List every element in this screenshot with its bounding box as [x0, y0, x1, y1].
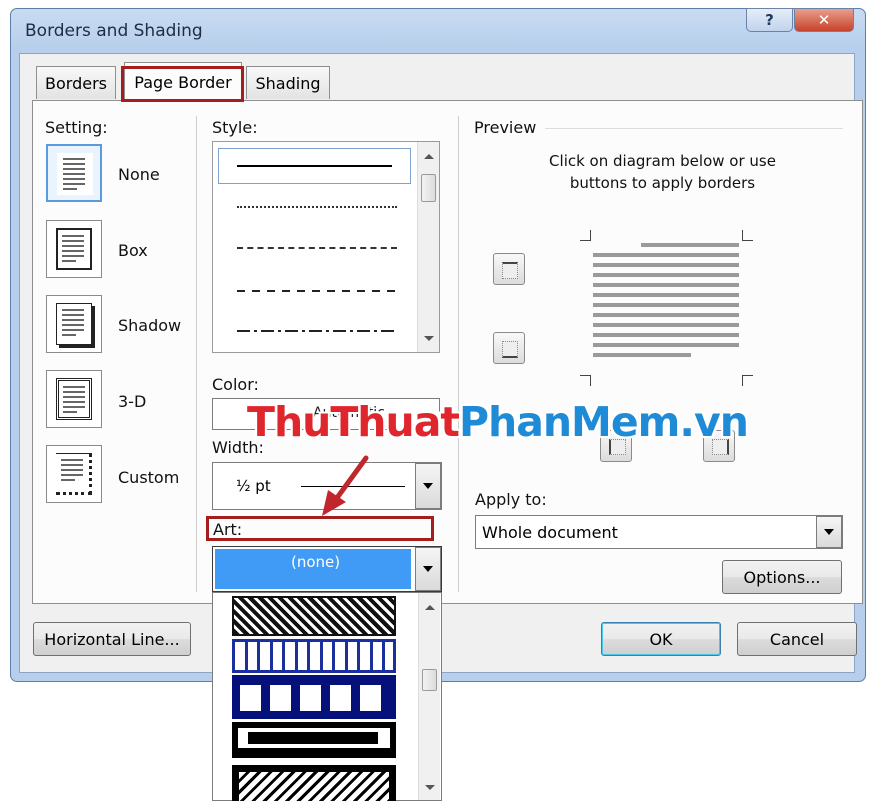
art-option-black-frame[interactable] — [232, 722, 396, 758]
page-3d-icon — [56, 378, 92, 420]
solid-line-sample — [237, 165, 392, 167]
setting-none-option[interactable] — [46, 144, 102, 202]
art-dropdown-button[interactable] — [415, 547, 441, 591]
scroll-thumb[interactable] — [421, 174, 436, 202]
apply-to-dropdown[interactable]: Whole document — [475, 515, 843, 549]
width-dropdown-button[interactable] — [415, 463, 441, 509]
art-list-scrollbar[interactable] — [418, 593, 440, 800]
bottom-border-icon — [502, 341, 518, 358]
page-none-icon — [57, 153, 93, 195]
close-button[interactable]: ✕ — [794, 8, 854, 32]
chevron-down-icon — [423, 483, 433, 489]
art-option-blue-key[interactable] — [232, 639, 396, 673]
color-label: Color: — [212, 375, 259, 394]
style-option-dashed[interactable] — [237, 290, 397, 292]
watermark-part1: ThuThuat — [247, 398, 460, 446]
cancel-button[interactable]: Cancel — [737, 622, 857, 656]
watermark-part3: .vn — [679, 398, 748, 446]
tab-borders-label: Borders — [45, 73, 107, 93]
site-watermark: ThuThuatPhanMem.vn — [247, 398, 749, 446]
tab-borders[interactable]: Borders — [36, 66, 116, 99]
dialog-title: Borders and Shading — [25, 21, 203, 41]
chevron-down-icon — [824, 529, 834, 535]
width-value: ½ pt — [236, 477, 271, 495]
bottom-border-button[interactable] — [493, 332, 525, 364]
setting-3d-option[interactable] — [46, 370, 102, 428]
scroll-thumb[interactable] — [422, 669, 437, 691]
preview-corner-mark — [580, 230, 591, 241]
preview-corner-mark — [742, 375, 753, 386]
page-border-tab-highlight — [121, 66, 244, 102]
apply-to-dropdown-button[interactable] — [816, 516, 842, 548]
top-border-icon — [502, 262, 518, 279]
style-label: Style: — [212, 118, 258, 137]
tab-shading-label: Shading — [255, 73, 321, 93]
page-custom-icon — [56, 453, 92, 495]
setting-heading: Setting: — [45, 118, 108, 137]
setting-shadow-option[interactable] — [46, 295, 102, 353]
art-option-black-rope[interactable] — [232, 765, 396, 801]
setting-box-option[interactable] — [46, 220, 102, 278]
preview-heading-rule — [545, 128, 843, 129]
style-scrollbar[interactable] — [417, 142, 439, 352]
scroll-up-icon[interactable] — [424, 154, 434, 159]
setting-custom-label[interactable]: Custom — [118, 468, 179, 487]
horizontal-line-button[interactable]: Horizontal Line... — [33, 622, 191, 656]
watermark-part2: PhanMem — [458, 398, 680, 446]
style-option-dotted[interactable] — [237, 206, 397, 208]
art-option-diamond[interactable] — [232, 596, 396, 636]
scroll-down-icon[interactable] — [425, 785, 435, 790]
page-box-icon — [56, 228, 92, 270]
preview-corner-mark — [580, 375, 591, 386]
close-icon: ✕ — [817, 11, 831, 29]
setting-3d-label[interactable]: 3-D — [118, 392, 146, 411]
setting-shadow-label[interactable]: Shadow — [118, 316, 181, 335]
options-button[interactable]: Options... — [722, 560, 842, 594]
setting-custom-option[interactable] — [46, 445, 102, 503]
preview-heading: Preview — [474, 118, 537, 137]
setting-box-label[interactable]: Box — [118, 241, 148, 260]
column-divider-right — [458, 116, 459, 592]
apply-to-value: Whole document — [482, 523, 618, 542]
preview-instruction: Click on diagram below or use buttons to… — [549, 152, 776, 192]
preview-corner-mark — [742, 230, 753, 241]
style-option-dashed-small[interactable] — [237, 247, 397, 249]
scroll-up-icon[interactable] — [425, 605, 435, 610]
style-option-dash-dot[interactable] — [237, 330, 397, 332]
art-value: (none) — [291, 553, 341, 571]
tab-shading[interactable]: Shading — [246, 66, 330, 99]
top-border-button[interactable] — [493, 253, 525, 285]
apply-to-label: Apply to: — [475, 490, 547, 509]
style-option-solid[interactable] — [218, 148, 411, 184]
ok-button[interactable]: OK — [601, 622, 721, 656]
page-shadow-icon — [56, 303, 92, 345]
help-icon: ? — [765, 11, 774, 29]
setting-none-label[interactable]: None — [118, 165, 160, 184]
help-button[interactable]: ? — [746, 8, 793, 32]
column-divider-left — [196, 116, 197, 592]
art-dropdown[interactable]: (none) — [212, 546, 442, 592]
scroll-down-icon[interactable] — [424, 336, 434, 341]
chevron-down-icon — [423, 566, 433, 572]
red-arrow-icon — [322, 455, 369, 516]
art-option-navy-square[interactable] — [232, 675, 396, 719]
style-listbox[interactable] — [212, 141, 440, 353]
